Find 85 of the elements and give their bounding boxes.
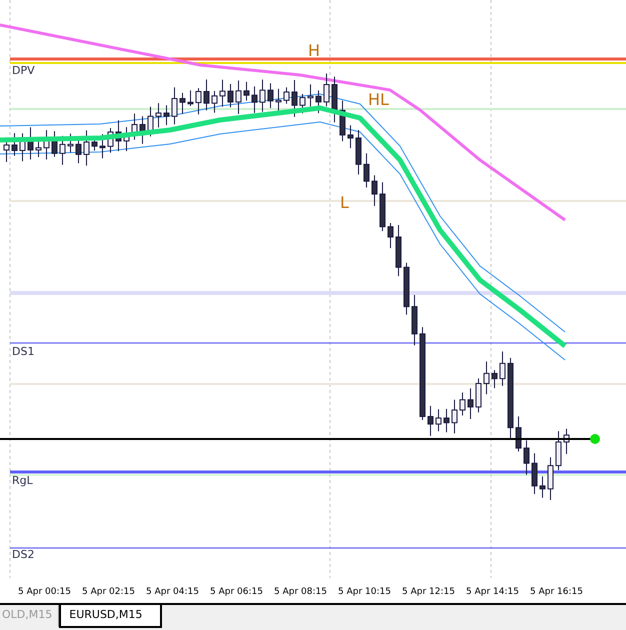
axis-label: 5 Apr 04:15 bbox=[146, 586, 200, 596]
axis-label: 5 Apr 16:15 bbox=[530, 586, 584, 596]
chart-label: RgL bbox=[12, 474, 33, 487]
candlestick bbox=[108, 128, 114, 154]
candlestick bbox=[324, 72, 330, 107]
candlestick bbox=[212, 90, 218, 114]
candlestick bbox=[412, 294, 418, 346]
price-dot bbox=[590, 434, 600, 444]
candlestick bbox=[84, 130, 90, 166]
candlestick bbox=[100, 134, 106, 159]
candlestick bbox=[284, 86, 290, 104]
candlestick bbox=[388, 222, 394, 249]
candlestick bbox=[460, 392, 466, 416]
chart-label: H bbox=[308, 41, 320, 60]
candlestick bbox=[484, 360, 490, 395]
candlestick bbox=[340, 100, 346, 142]
candlestick bbox=[228, 84, 234, 108]
axis-label: 5 Apr 00:15 bbox=[18, 586, 72, 596]
candlestick bbox=[20, 132, 26, 162]
candlestick bbox=[204, 79, 210, 111]
candlestick bbox=[148, 106, 154, 137]
axis-label: 5 Apr 08:15 bbox=[274, 586, 328, 596]
chart-label: DS2 bbox=[12, 548, 34, 561]
candlestick bbox=[372, 174, 378, 206]
candlestick bbox=[524, 440, 530, 476]
axis-label: 5 Apr 14:15 bbox=[466, 586, 520, 596]
candlestick bbox=[124, 126, 130, 152]
candlestick bbox=[180, 92, 186, 114]
chart-label: HL bbox=[368, 90, 389, 109]
candlestick bbox=[140, 116, 146, 144]
candlestick bbox=[428, 405, 434, 436]
candlestick bbox=[268, 82, 274, 109]
candlestick bbox=[364, 152, 370, 188]
candlestick bbox=[548, 456, 554, 501]
axis-label: 5 Apr 06:15 bbox=[210, 586, 264, 596]
candlestick bbox=[220, 79, 226, 108]
axis-label: 5 Apr 10:15 bbox=[338, 586, 392, 596]
candlestick bbox=[516, 416, 522, 452]
candlestick bbox=[156, 102, 162, 128]
candlestick bbox=[28, 126, 34, 160]
chart-label: DPV bbox=[12, 64, 35, 77]
candlestick bbox=[36, 140, 42, 158]
candlestick bbox=[300, 93, 306, 114]
candlestick bbox=[356, 129, 362, 175]
candlestick bbox=[564, 428, 570, 454]
candlestick bbox=[196, 88, 202, 115]
candlestick bbox=[332, 76, 338, 123]
candlestick bbox=[436, 408, 442, 432]
candlestick bbox=[164, 104, 170, 126]
candlestick bbox=[396, 224, 402, 277]
candlestick bbox=[492, 370, 498, 389]
candlestick bbox=[540, 476, 546, 498]
candlestick bbox=[476, 378, 482, 413]
candlestick bbox=[452, 399, 458, 434]
candlestick bbox=[468, 388, 474, 420]
candlestick bbox=[12, 132, 18, 156]
candlestick bbox=[60, 135, 66, 166]
candlestick bbox=[500, 351, 506, 386]
candlestick bbox=[52, 130, 58, 158]
candlestick bbox=[380, 182, 386, 232]
candlestick bbox=[116, 120, 122, 152]
candlestick bbox=[4, 142, 10, 162]
candlestick bbox=[444, 408, 450, 433]
candlestick bbox=[132, 113, 138, 140]
axis-label: 5 Apr 12:15 bbox=[402, 586, 456, 596]
candlestick bbox=[44, 130, 50, 160]
candlestick bbox=[316, 90, 322, 114]
axis-label: 5 Apr 02:15 bbox=[82, 586, 136, 596]
candlestick bbox=[260, 79, 266, 112]
candlestick bbox=[188, 90, 194, 107]
candlestick bbox=[244, 81, 250, 102]
candlestick bbox=[556, 430, 562, 471]
candlestick bbox=[68, 133, 74, 153]
candlestick bbox=[348, 124, 354, 149]
candlestick bbox=[236, 80, 242, 114]
candlestick bbox=[252, 86, 258, 114]
candlestick bbox=[404, 262, 410, 316]
candlestick bbox=[172, 86, 178, 125]
candlestick bbox=[276, 88, 282, 114]
chart-label: DS1 bbox=[12, 345, 34, 358]
chart-label: L bbox=[340, 193, 349, 212]
candlestick bbox=[292, 80, 298, 118]
candlestick bbox=[532, 452, 538, 494]
chart-tab[interactable]: EURUSD,M15 bbox=[59, 605, 162, 628]
candlestick bbox=[308, 84, 314, 107]
